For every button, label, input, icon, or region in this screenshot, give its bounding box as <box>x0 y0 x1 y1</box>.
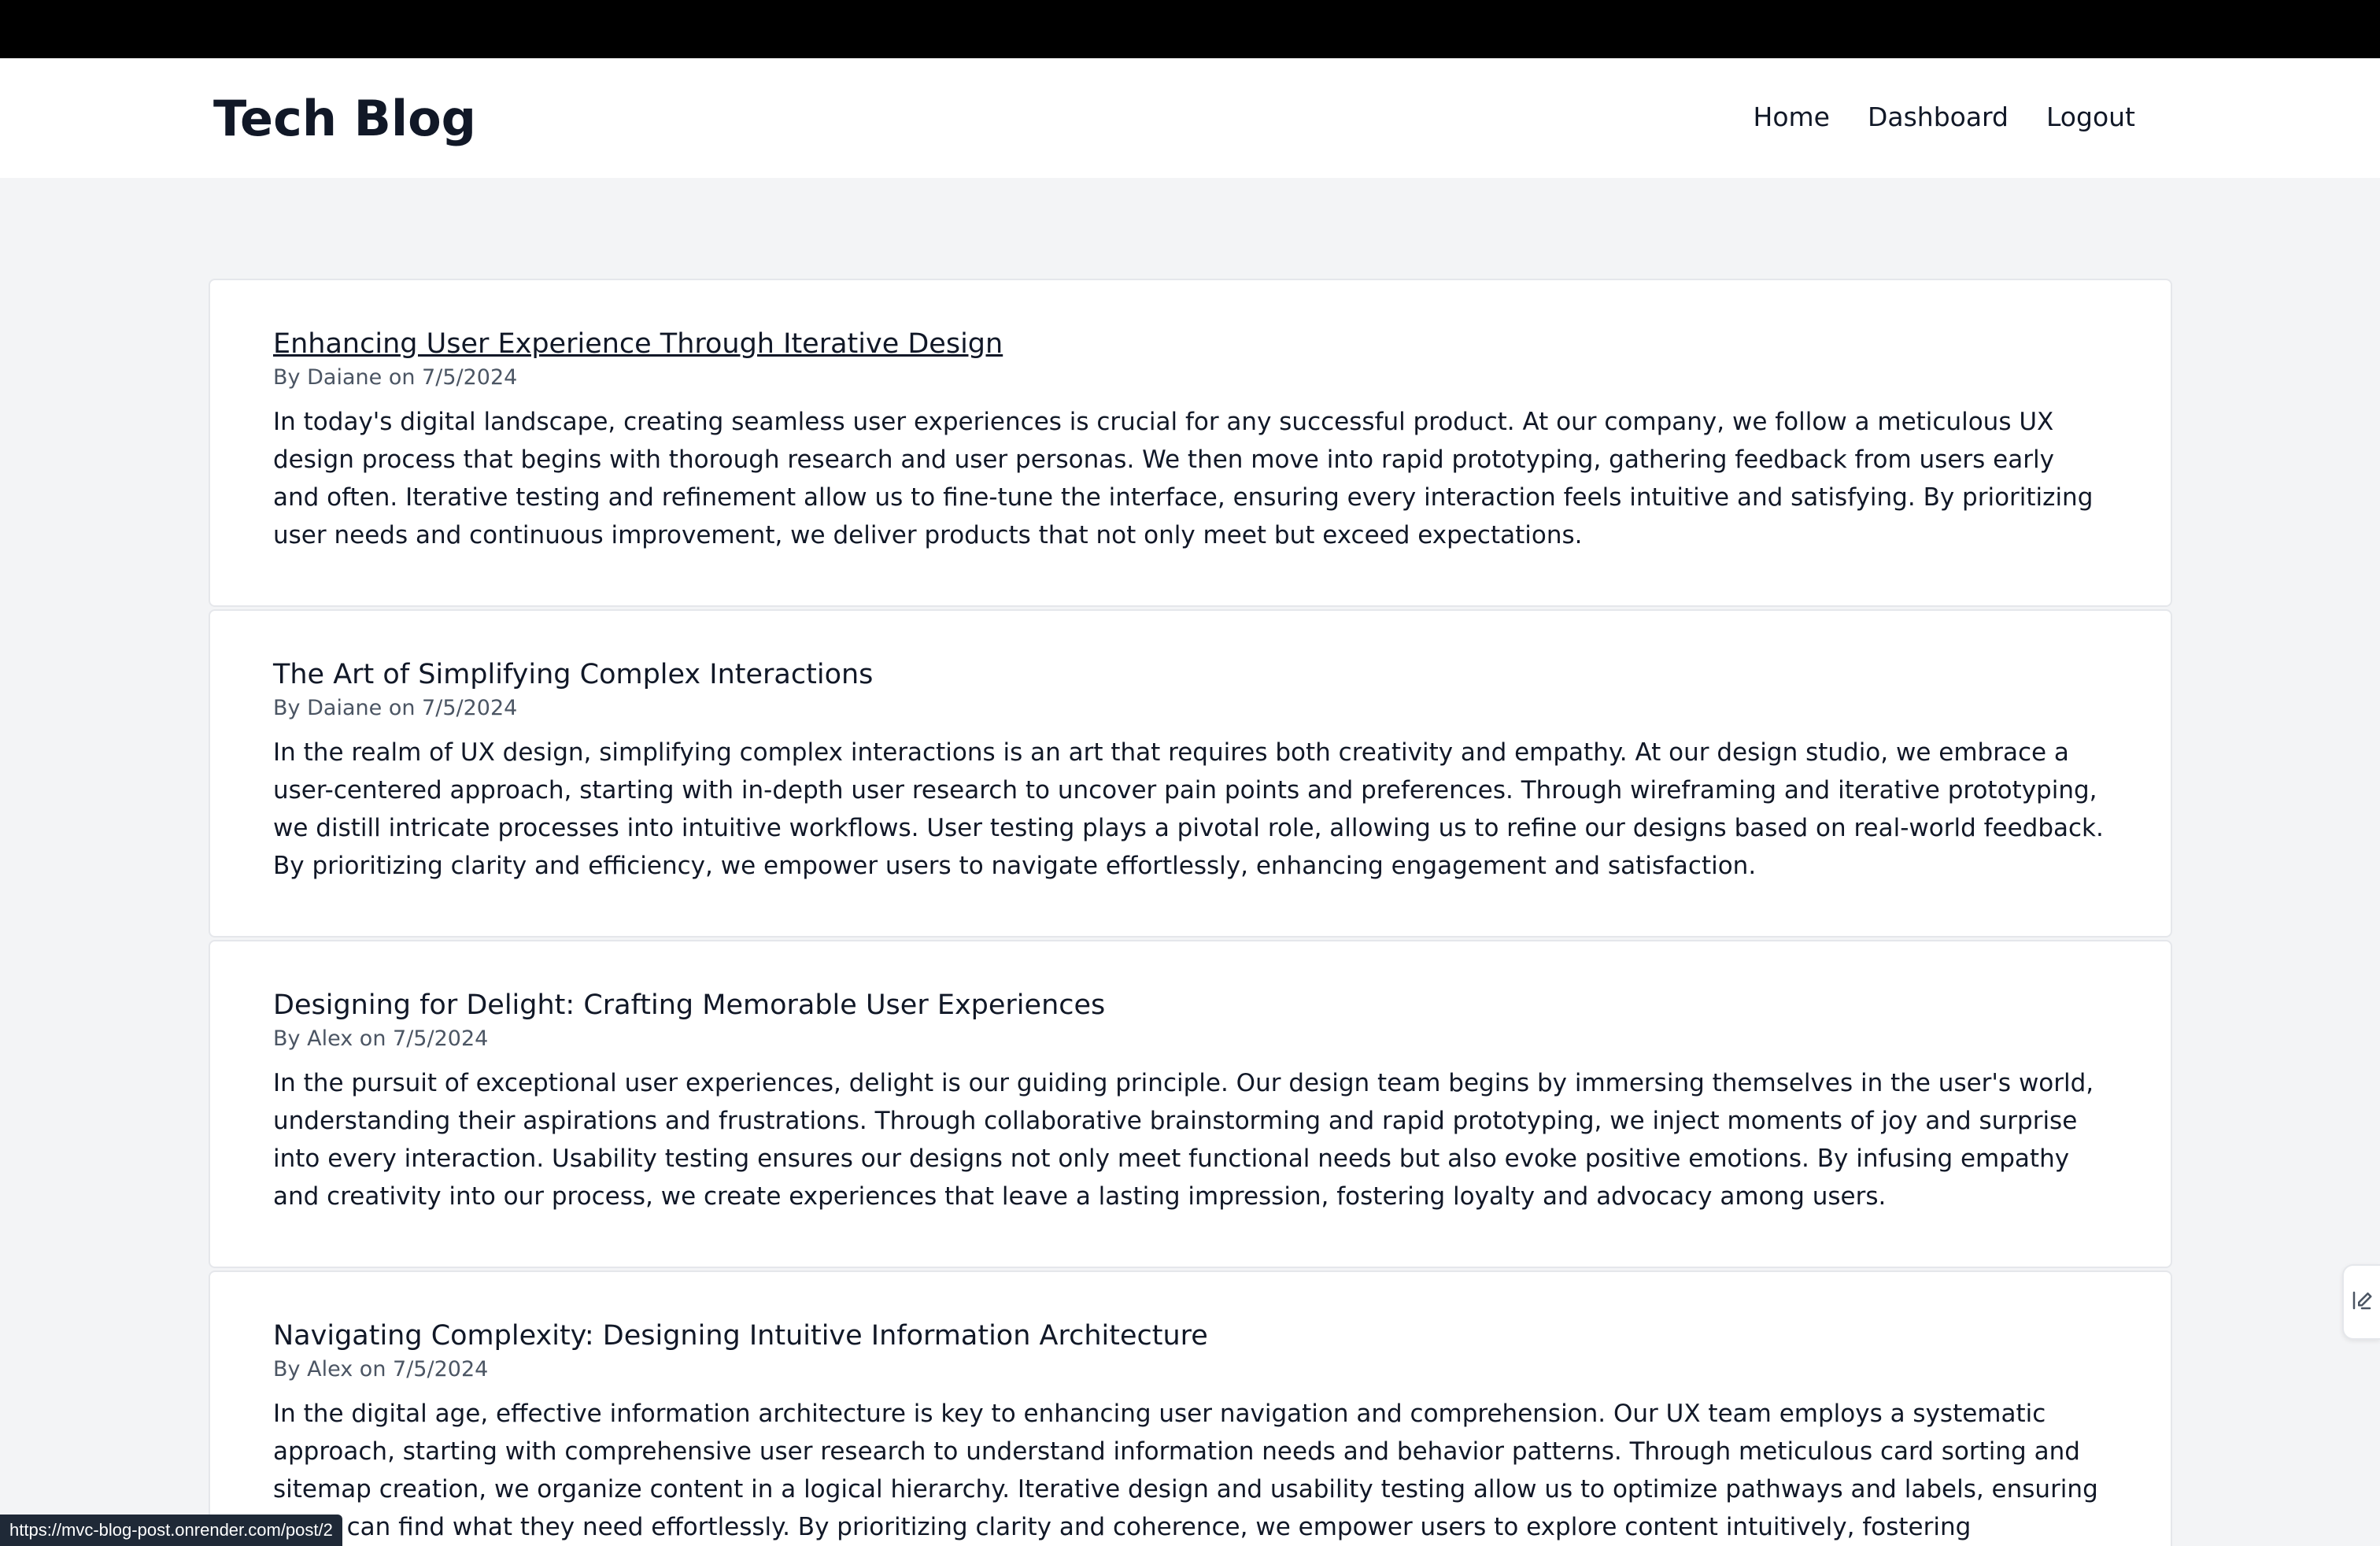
main-nav: Home Dashboard Logout <box>1754 102 2136 132</box>
post-date: 7/5/2024 <box>393 1026 489 1051</box>
link-status-bar: https://mvc-blog-post.onrender.com/post/… <box>0 1515 342 1546</box>
post-body: In the pursuit of exceptional user exper… <box>273 1069 2094 1211</box>
post-meta: By Daiane on 7/5/2024 <box>273 364 2108 392</box>
post-by-label: By <box>273 696 301 720</box>
post-date: 7/5/2024 <box>422 696 518 720</box>
post-on-label: on <box>388 696 416 720</box>
post-meta: By Alex on 7/5/2024 <box>273 1356 2108 1384</box>
post-card: Navigating Complexity: Designing Intuiti… <box>209 1270 2172 1546</box>
post-author: Alex <box>307 1357 353 1381</box>
post-date: 7/5/2024 <box>422 365 518 390</box>
nav-home-link[interactable]: Home <box>1754 102 1830 132</box>
post-card: Designing for Delight: Crafting Memorabl… <box>209 940 2172 1268</box>
post-body: In the digital age, effective informatio… <box>273 1400 2098 1541</box>
post-meta: By Alex on 7/5/2024 <box>273 1025 2108 1053</box>
post-by-label: By <box>273 365 301 390</box>
post-date: 7/5/2024 <box>393 1357 489 1381</box>
nav-dashboard-link[interactable]: Dashboard <box>1868 102 2009 132</box>
post-on-label: on <box>359 1357 386 1381</box>
post-title-link[interactable]: Designing for Delight: Crafting Memorabl… <box>273 987 1105 1023</box>
side-panel-handle[interactable] <box>2342 1264 2380 1340</box>
post-title-link[interactable]: Navigating Complexity: Designing Intuiti… <box>273 1318 1208 1354</box>
browser-top-bar <box>0 0 2380 58</box>
site-header: Tech Blog Home Dashboard Logout <box>0 58 2380 178</box>
edit-icon <box>2350 1289 2374 1315</box>
post-on-label: on <box>359 1026 386 1051</box>
post-meta: By Daiane on 7/5/2024 <box>273 694 2108 723</box>
post-body: In today's digital landscape, creating s… <box>273 408 2094 549</box>
post-author: Alex <box>307 1026 353 1051</box>
site-brand[interactable]: Tech Blog <box>213 90 476 147</box>
post-author: Daiane <box>307 696 382 720</box>
nav-logout-link[interactable]: Logout <box>2046 102 2135 132</box>
post-card: Enhancing User Experience Through Iterat… <box>209 279 2172 607</box>
post-body: In the realm of UX design, simplifying c… <box>273 738 2104 880</box>
post-card: The Art of Simplifying Complex Interacti… <box>209 609 2172 938</box>
post-on-label: on <box>388 365 416 390</box>
post-by-label: By <box>273 1026 301 1051</box>
post-title-link[interactable]: The Art of Simplifying Complex Interacti… <box>273 656 873 693</box>
post-title-link[interactable]: Enhancing User Experience Through Iterat… <box>273 326 1003 362</box>
post-author: Daiane <box>307 365 382 390</box>
post-feed: Enhancing User Experience Through Iterat… <box>209 279 2172 1546</box>
post-by-label: By <box>273 1357 301 1381</box>
